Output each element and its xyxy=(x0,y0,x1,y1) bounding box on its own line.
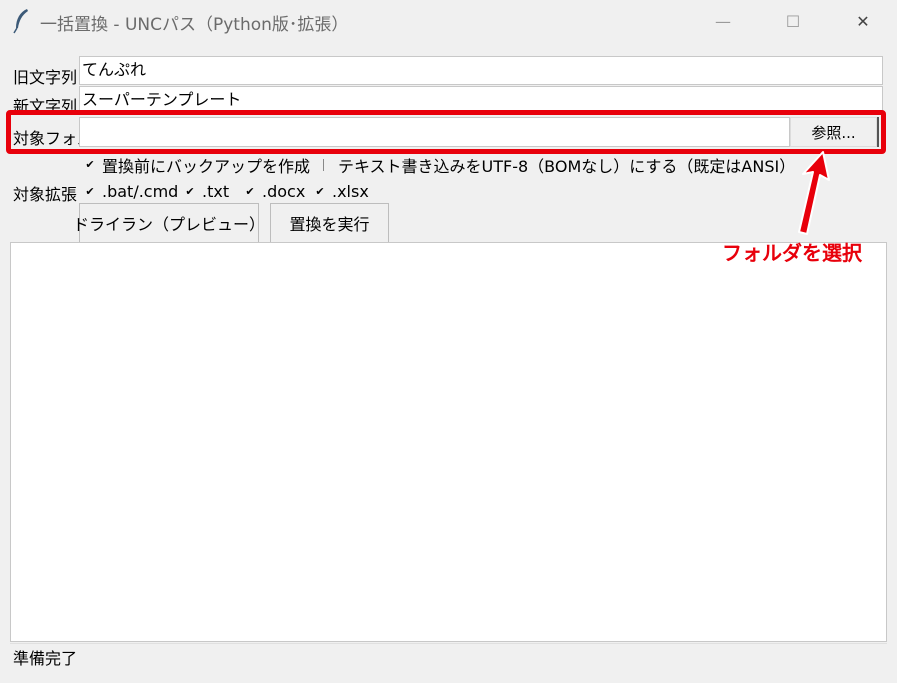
checkbox-checked-icon: ✔ xyxy=(85,158,95,171)
ext-checkbox-txt[interactable]: ✔ .txt xyxy=(184,182,229,201)
checkbox-checked-icon: ✔ xyxy=(85,184,95,198)
utf8-checkbox-label: テキスト書き込みをUTF-8（BOMなし）にする（既定はANSI） xyxy=(338,157,796,176)
ext-label: .docx xyxy=(262,182,306,201)
highlight-box xyxy=(6,110,886,154)
ext-label: .bat/.cmd xyxy=(102,182,179,201)
backup-checkbox-label: 置換前にバックアップを作成 xyxy=(102,157,311,176)
close-button[interactable]: ✕ xyxy=(838,0,888,42)
utf8-checkbox[interactable]: テキスト書き込みをUTF-8（BOMなし）にする（既定はANSI） xyxy=(323,153,795,177)
ext-checkbox-docx[interactable]: ✔ .docx xyxy=(244,182,305,201)
extensions-label: 対象拡張 xyxy=(13,185,78,204)
ext-label: .txt xyxy=(202,182,230,201)
maximize-button[interactable]: ☐ xyxy=(768,0,818,42)
annotation-arrow-icon xyxy=(798,151,830,235)
ext-checkbox-bat[interactable]: ✔ .bat/.cmd xyxy=(84,182,178,201)
ext-label: .xlsx xyxy=(332,182,369,201)
ext-checkbox-xlsx[interactable]: ✔ .xlsx xyxy=(314,182,369,201)
checkbox-unchecked-icon xyxy=(323,159,332,171)
backup-checkbox[interactable]: ✔ 置換前にバックアップを作成 xyxy=(84,153,310,177)
checkbox-checked-icon: ✔ xyxy=(185,184,195,198)
window-title: 一括置換 - UNCパス（Python版･拡張） xyxy=(40,15,349,35)
execute-button[interactable]: 置換を実行 xyxy=(270,203,389,242)
checkbox-checked-icon: ✔ xyxy=(245,184,255,198)
minimize-button[interactable]: — xyxy=(698,0,748,42)
old-string-label: 旧文字列 xyxy=(13,68,78,87)
checkbox-checked-icon: ✔ xyxy=(315,184,325,198)
old-string-input[interactable]: てんぷれ xyxy=(79,56,883,85)
status-bar: 準備完了 xyxy=(10,643,887,673)
annotation-label: フォルダを選択 xyxy=(722,241,862,265)
log-output[interactable] xyxy=(10,242,887,642)
feather-icon xyxy=(13,9,28,34)
dry-run-button[interactable]: ドライラン（プレビュー） xyxy=(73,203,265,242)
title-bar: 一括置換 - UNCパス（Python版･拡張） — ☐ ✕ xyxy=(0,0,897,42)
